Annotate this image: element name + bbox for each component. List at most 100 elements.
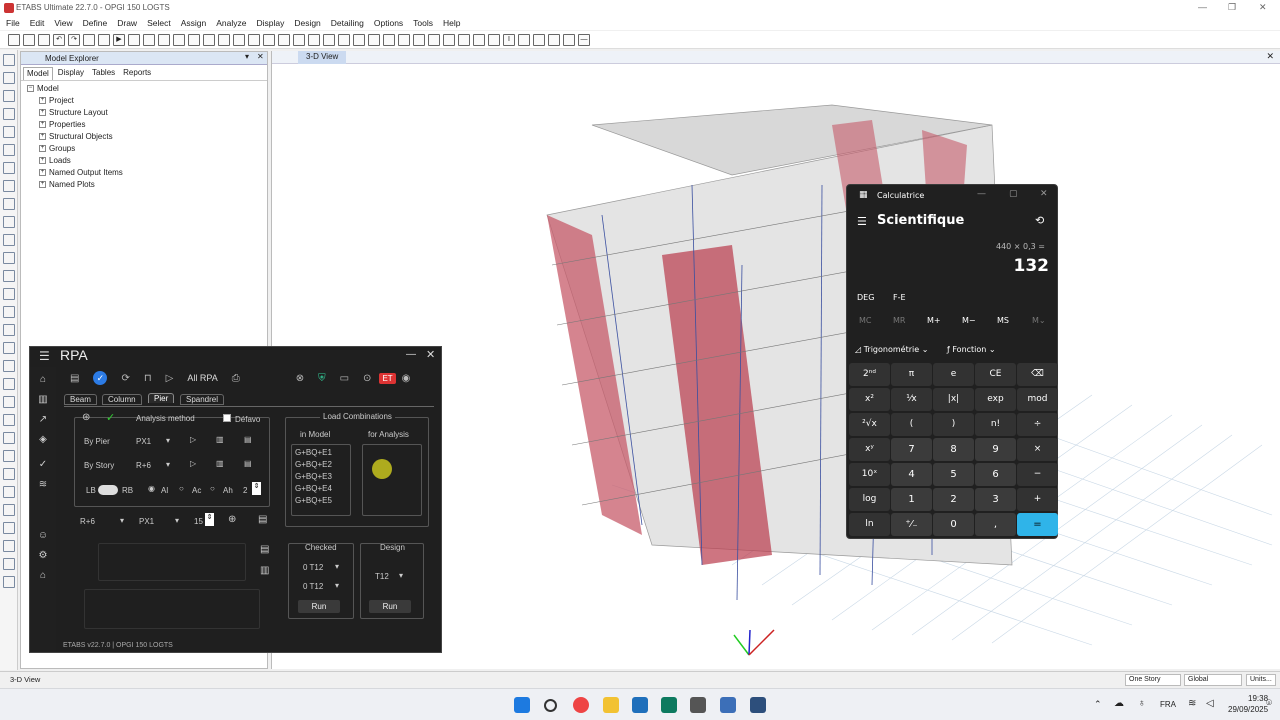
in-model-list[interactable]: G+BQ+E1 G+BQ+E2 G+BQ+E3 G+BQ+E4 G+BQ+E5: [291, 444, 351, 516]
split-tool-icon[interactable]: [3, 486, 15, 498]
zoom-out-icon[interactable]: [143, 33, 155, 46]
by-pier-select[interactable]: PX1: [136, 437, 151, 446]
mic-icon[interactable]: ♁: [1138, 698, 1146, 709]
clock-date[interactable]: 29/09/2025: [1228, 705, 1268, 714]
open-icon[interactable]: [23, 33, 35, 46]
menu-draw[interactable]: Draw: [113, 16, 141, 30]
dimension-icon[interactable]: [488, 33, 500, 46]
radio-ac[interactable]: ○: [179, 484, 184, 493]
method-settings-icon[interactable]: ⊛: [82, 412, 90, 423]
one-key[interactable]: 1: [891, 488, 932, 511]
tab-model[interactable]: Model: [23, 67, 53, 80]
draw-tendon-tool-icon[interactable]: [3, 252, 15, 264]
etabs-task-icon[interactable]: [720, 697, 736, 713]
tab-3d-view[interactable]: 3-D View: [298, 51, 347, 64]
by-story-select[interactable]: R+6: [136, 461, 151, 470]
bulb-icon[interactable]: ◉: [402, 373, 411, 384]
section-icon[interactable]: [563, 33, 575, 46]
function-dropdown[interactable]: ƒ Fonction ⌄: [947, 345, 996, 354]
measure-tool-icon[interactable]: [3, 522, 15, 534]
menu-design[interactable]: Design: [290, 16, 324, 30]
menu-help[interactable]: Help: [439, 16, 464, 30]
menu-select[interactable]: Select: [143, 16, 175, 30]
fe-button[interactable]: F-E: [893, 293, 906, 302]
four-key[interactable]: 4: [891, 463, 932, 486]
tree-node-structural-objects[interactable]: + Structural Objects: [27, 131, 261, 143]
move-up-icon[interactable]: [278, 33, 290, 46]
plan-view-icon[interactable]: [218, 33, 230, 46]
shield-icon[interactable]: ⛨: [318, 373, 326, 384]
expand-icon[interactable]: +: [39, 97, 46, 105]
calc-maximize-icon[interactable]: ▢: [1009, 189, 1018, 199]
zoom-in-icon[interactable]: [128, 33, 140, 46]
draw-floor-tool-icon[interactable]: [3, 180, 15, 192]
design-select[interactable]: T12: [375, 572, 389, 581]
list-item[interactable]: G+BQ+E4: [295, 484, 332, 493]
abs-key[interactable]: |x|: [933, 388, 974, 411]
draw-link-tool-icon[interactable]: [3, 234, 15, 246]
zero-key[interactable]: 0: [933, 513, 974, 536]
export-icon[interactable]: ▤: [260, 544, 269, 555]
pier-select[interactable]: PX1: [139, 517, 154, 526]
text-icon[interactable]: I: [503, 33, 515, 46]
misc2-tool-icon[interactable]: [3, 558, 15, 570]
previous-select-tool-icon[interactable]: [3, 396, 15, 408]
radio-ah[interactable]: ○: [210, 484, 215, 493]
tree-node-properties[interactable]: + Properties: [27, 119, 261, 131]
tab-beam[interactable]: Beam: [64, 394, 97, 405]
home-icon[interactable]: ⌂: [30, 374, 56, 385]
sync-icon[interactable]: ⟳: [121, 373, 129, 384]
misc3-tool-icon[interactable]: [3, 576, 15, 588]
story-select[interactable]: One Story: [1125, 674, 1181, 686]
checked-run-button[interactable]: Run: [298, 600, 340, 613]
cloud-icon[interactable]: ☁: [1114, 698, 1124, 709]
menu-detailing[interactable]: Detailing: [327, 16, 368, 30]
tab-display[interactable]: Display: [55, 67, 87, 80]
tree-node-model[interactable]: − Model: [27, 83, 261, 95]
list-item[interactable]: G+BQ+E2: [295, 460, 332, 469]
all-rpa-button[interactable]: All RPA: [187, 373, 217, 383]
run-analysis-icon[interactable]: ▶: [113, 33, 125, 46]
draw-brace-tool-icon[interactable]: [3, 162, 15, 174]
list-icon[interactable]: ▤: [258, 514, 267, 525]
tab-reports[interactable]: Reports: [120, 67, 154, 80]
design-run-button[interactable]: Run: [369, 600, 411, 613]
story-select[interactable]: R+6: [80, 517, 95, 526]
word-icon[interactable]: [632, 697, 648, 713]
m-minus-button[interactable]: M−: [962, 316, 976, 325]
m-plus-button[interactable]: M+: [927, 316, 941, 325]
calculator-task-icon[interactable]: [750, 697, 766, 713]
menu-analyze[interactable]: Analyze: [212, 16, 250, 30]
export-chart-icon[interactable]: ▥: [260, 565, 269, 576]
mc-button[interactable]: MC: [859, 316, 872, 325]
draw-wall-tool-icon[interactable]: [3, 198, 15, 210]
units-button[interactable]: Units...: [1246, 674, 1276, 686]
pier-report-icon[interactable]: ▤: [244, 435, 252, 444]
rotate-icon[interactable]: [248, 33, 260, 46]
menu-display[interactable]: Display: [252, 16, 288, 30]
misc-tool-icon[interactable]: [3, 540, 15, 552]
equals-key[interactable]: =: [1017, 513, 1058, 536]
close-icon[interactable]: ✕: [1259, 2, 1267, 13]
radio-al[interactable]: ◉: [148, 484, 155, 493]
explorer-close-icon[interactable]: ✕: [257, 52, 264, 61]
tree-node-project[interactable]: + Project: [27, 95, 261, 107]
chevron-down-icon[interactable]: ▾: [335, 562, 339, 571]
reshape-tool-icon[interactable]: [3, 72, 15, 84]
number-stepper[interactable]: ⇕: [205, 513, 214, 526]
snipping-icon[interactable]: [690, 697, 706, 713]
draw-line-icon[interactable]: [3, 108, 15, 120]
pan-icon[interactable]: [188, 33, 200, 46]
object-shrink-icon[interactable]: [353, 33, 365, 46]
root-key[interactable]: ²√x: [849, 413, 890, 436]
expand-icon[interactable]: +: [39, 145, 46, 153]
mesh-tool-icon[interactable]: [3, 450, 15, 462]
menu-options[interactable]: Options: [370, 16, 407, 30]
tree-node-groups[interactable]: + Groups: [27, 143, 261, 155]
coord-select[interactable]: Global: [1184, 674, 1242, 686]
expand-icon[interactable]: +: [39, 157, 46, 165]
pier-chart-icon[interactable]: ▥: [216, 435, 224, 444]
m-view-button[interactable]: M⌄: [1032, 316, 1046, 325]
exp-key[interactable]: exp: [975, 388, 1016, 411]
line-weight-icon[interactable]: —: [578, 33, 590, 46]
